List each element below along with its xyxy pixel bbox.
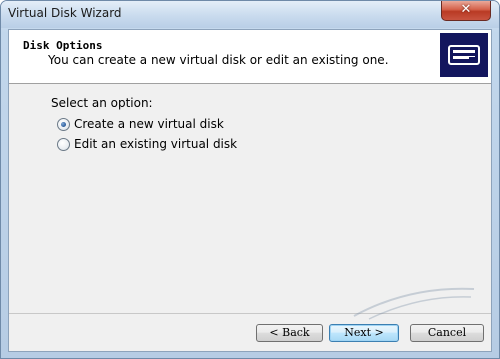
page-subtitle: You can create a new virtual disk or edi… — [48, 53, 389, 67]
next-button[interactable]: Next > — [329, 324, 399, 342]
radio-edit-label[interactable]: Edit an existing virtual disk — [74, 137, 237, 151]
back-button[interactable]: < Back — [256, 324, 323, 342]
title-bar[interactable]: Virtual Disk Wizard ✕ — [1, 1, 499, 28]
option-prompt: Select an option: — [51, 96, 153, 110]
window-title: Virtual Disk Wizard — [8, 6, 122, 20]
page-title: Disk Options — [23, 39, 103, 52]
close-icon: ✕ — [460, 2, 472, 17]
watermark-logo — [353, 287, 475, 320]
radio-create-label[interactable]: Create a new virtual disk — [74, 117, 224, 131]
wizard-header: Disk Options You can create a new virtua… — [9, 30, 491, 84]
close-button[interactable]: ✕ — [441, 1, 491, 21]
radio-selected-dot — [61, 122, 66, 127]
disk-drive-icon — [440, 33, 488, 77]
wizard-window: Virtual Disk Wizard ✕ Disk Options You c… — [0, 0, 500, 359]
radio-create[interactable] — [57, 118, 70, 131]
radio-edit[interactable] — [57, 138, 70, 151]
cancel-button[interactable]: Cancel — [410, 324, 484, 342]
